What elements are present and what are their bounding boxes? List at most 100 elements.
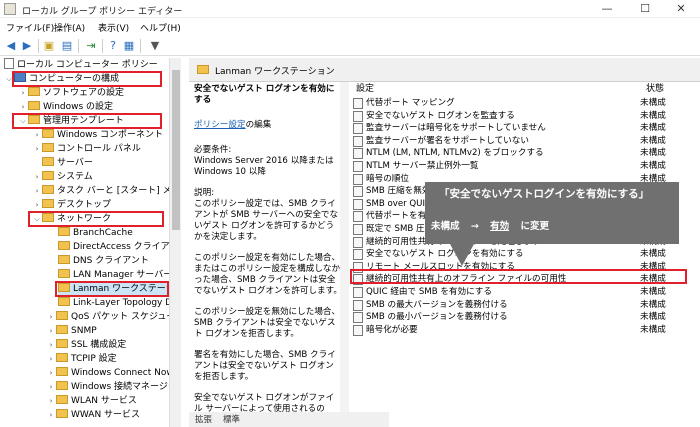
chevron-right-icon[interactable]: › — [46, 394, 56, 408]
menu-action[interactable]: 操作(A) — [54, 21, 85, 34]
tab-standard[interactable]: 標準 — [223, 413, 240, 425]
description-paragraph: 安全でないゲスト ログオンがファイル サーバーによって使用されるのは、共有フォル — [194, 393, 335, 412]
tree-item-link-layer-topology[interactable]: Link-Layer Topology Dis — [58, 296, 179, 310]
policy-icon — [4, 58, 14, 69]
tree-item-control-panel[interactable]: › コントロール パネル — [32, 142, 141, 156]
chevron-right-icon[interactable]: › — [46, 352, 56, 366]
tree-item-branchcache[interactable]: BranchCache — [58, 226, 133, 240]
chevron-right-icon[interactable]: › — [46, 380, 56, 394]
export-list-icon[interactable]: ⇥ — [84, 39, 98, 53]
setting-name: 監査サーバーが署名をサポートしていない — [366, 135, 529, 146]
tree-item-ssl-config[interactable]: › SSL 構成設定 — [46, 338, 126, 352]
chevron-right-icon[interactable]: › — [32, 184, 42, 198]
tree-item-wlan-service[interactable]: › WLAN サービス — [46, 394, 137, 408]
chevron-right-icon[interactable]: › — [32, 128, 42, 142]
folder-icon — [56, 339, 68, 348]
setting-row[interactable]: NTLM (LM, NTLM, NTLMv2) をブロックする 未構成 — [350, 147, 686, 160]
tree-scrollbar[interactable] — [169, 58, 181, 427]
chevron-right-icon[interactable]: › — [46, 338, 56, 352]
tree-item-snmp[interactable]: › SNMP — [46, 324, 97, 338]
chevron-right-icon[interactable]: › — [46, 310, 56, 324]
callout-pointer — [450, 244, 474, 266]
setting-name: QUIC 経由で SMB を有効にする — [366, 287, 492, 297]
scrollbar-thumb[interactable] — [172, 70, 180, 230]
folder-icon — [28, 101, 40, 110]
tree-item-wwan-service[interactable]: › WWAN サービス — [46, 408, 140, 422]
description-pane: 安全でないゲスト ログオンを有効にする ポリシー設定の編集 必要条件: Wind… — [189, 82, 347, 412]
setting-row[interactable]: 代替ポート マッピング 未構成 — [350, 97, 686, 110]
description-paragraph: このポリシー設定を有効にした場合、またはこのポリシー設定を構成しなかった場合、S… — [194, 253, 342, 296]
tree-item-directaccess[interactable]: DirectAccess クライアント — [58, 240, 180, 254]
tree-root[interactable]: ローカル コンピューター ポリシー — [4, 58, 158, 72]
callout-annotation: 「安全でないゲストログインを有効にする」 未構成 → 有効 に変更 — [425, 182, 679, 244]
tree-item-windows-connection-manager[interactable]: › Windows 接続マネージャー — [46, 380, 180, 394]
tree-item-taskbar-start[interactable]: ›タスク バーと [スタート] メニュー — [32, 184, 180, 198]
minimize-button[interactable]: — — [588, 0, 626, 18]
setting-row[interactable]: QUIC 経由で SMB を有効にする 未構成 — [350, 286, 686, 299]
highlight-network — [28, 211, 164, 227]
tree-item-windows-connect-now[interactable]: › Windows Connect Now — [46, 366, 174, 380]
tree-item-windows-components[interactable]: › Windows コンポーネント — [32, 128, 163, 142]
properties-icon[interactable]: ▦ — [122, 39, 136, 53]
tree-pane: ローカル コンピューター ポリシー ⌵ コンピューターの構成 › ソフトウェアの設定… — [0, 58, 181, 427]
chevron-right-icon[interactable]: › — [32, 142, 42, 156]
maximize-button[interactable]: ☐ — [626, 0, 664, 18]
setting-row[interactable]: SMB の最大バージョンを義務付ける 未構成 — [350, 299, 686, 312]
setting-row[interactable]: 監査サーバーが署名をサポートしていない 未構成 — [350, 135, 686, 148]
view-tabs: 拡張 標準 — [189, 412, 389, 427]
folder-icon — [56, 311, 68, 320]
help-icon[interactable]: ? — [106, 39, 120, 53]
tree-item-software-settings[interactable]: › ソフトウェアの設定 — [18, 86, 124, 100]
tree-item-dns-client[interactable]: DNS クライアント — [58, 254, 149, 268]
folder-icon — [56, 409, 68, 418]
tab-extended[interactable]: 拡張 — [195, 413, 212, 425]
setting-row[interactable]: SMB の最小バージョンを義務付ける 未構成 — [350, 311, 686, 324]
policy-setting-icon — [353, 148, 363, 160]
chevron-right-icon[interactable]: › — [18, 86, 28, 100]
policy-setting-icon — [353, 299, 363, 311]
tree-item-windows-settings[interactable]: › Windows の設定 — [18, 100, 113, 114]
chevron-right-icon[interactable]: › — [32, 170, 42, 184]
chevron-right-icon[interactable]: › — [46, 408, 56, 422]
filter-icon[interactable]: ▼ — [148, 39, 162, 53]
tree-item-qos[interactable]: › QoS パケット スケジューラ — [46, 310, 180, 324]
policy-setting-icon — [353, 123, 363, 135]
tree-item-server[interactable]: サーバー — [32, 156, 93, 170]
tree-item-lan-manager-server[interactable]: LAN Manager サーバー — [58, 268, 172, 282]
folder-icon — [58, 269, 70, 278]
chevron-right-icon[interactable]: › — [32, 198, 42, 212]
close-button[interactable]: ✕ — [662, 0, 700, 18]
chevron-right-icon[interactable]: › — [46, 366, 56, 380]
setting-row[interactable]: 監査サーバーは暗号化をサポートしていません 未構成 — [350, 122, 686, 135]
chevron-right-icon[interactable]: › — [18, 100, 28, 114]
column-header-state[interactable]: 状態 — [646, 82, 664, 96]
up-folder-icon[interactable]: ▣ — [42, 39, 56, 53]
toolbar-separator — [78, 39, 79, 53]
setting-state: 未構成 — [640, 312, 666, 323]
setting-name: 安全でないゲスト ログオンを監査する — [366, 110, 515, 121]
setting-state: 未構成 — [640, 249, 666, 260]
menu-file[interactable]: ファイル(F) — [6, 21, 54, 34]
highlight-admin-templates — [12, 113, 162, 129]
chevron-right-icon[interactable]: › — [46, 324, 56, 338]
back-arrow-icon[interactable]: ◀ — [4, 39, 18, 53]
edit-policy-link[interactable]: ポリシー設定 — [194, 120, 246, 130]
description-scrollbar[interactable] — [340, 82, 349, 412]
forward-arrow-icon[interactable]: ▶ — [20, 39, 34, 53]
setting-row[interactable]: 安全でないゲスト ログオンを有効にする 未構成 — [350, 248, 686, 261]
policy-setting-icon — [353, 186, 363, 198]
menu-help[interactable]: ヘルプ(H) — [140, 21, 181, 34]
setting-row[interactable]: 安全でないゲスト ログオンを監査する 未構成 — [350, 110, 686, 123]
column-header-setting[interactable]: 設定 — [356, 82, 374, 96]
description-label: 説明: — [194, 188, 215, 198]
tree-item-desktop[interactable]: › デスクトップ — [32, 198, 111, 212]
folder-icon — [56, 325, 68, 334]
setting-name: NTLM (LM, NTLM, NTLMv2) をブロックする — [366, 148, 544, 159]
show-hide-tree-icon[interactable]: ▤ — [60, 39, 74, 53]
tree-item-tcpip[interactable]: › TCPIP 設定 — [46, 352, 117, 366]
menu-view[interactable]: 表示(V) — [98, 21, 129, 34]
policy-setting-icon — [353, 173, 363, 185]
tree-item-system[interactable]: › システム — [32, 170, 93, 184]
setting-row[interactable]: 暗号化が必要 未構成 — [350, 324, 686, 337]
setting-row[interactable]: NTLM サーバー禁止例外一覧 未構成 — [350, 160, 686, 173]
